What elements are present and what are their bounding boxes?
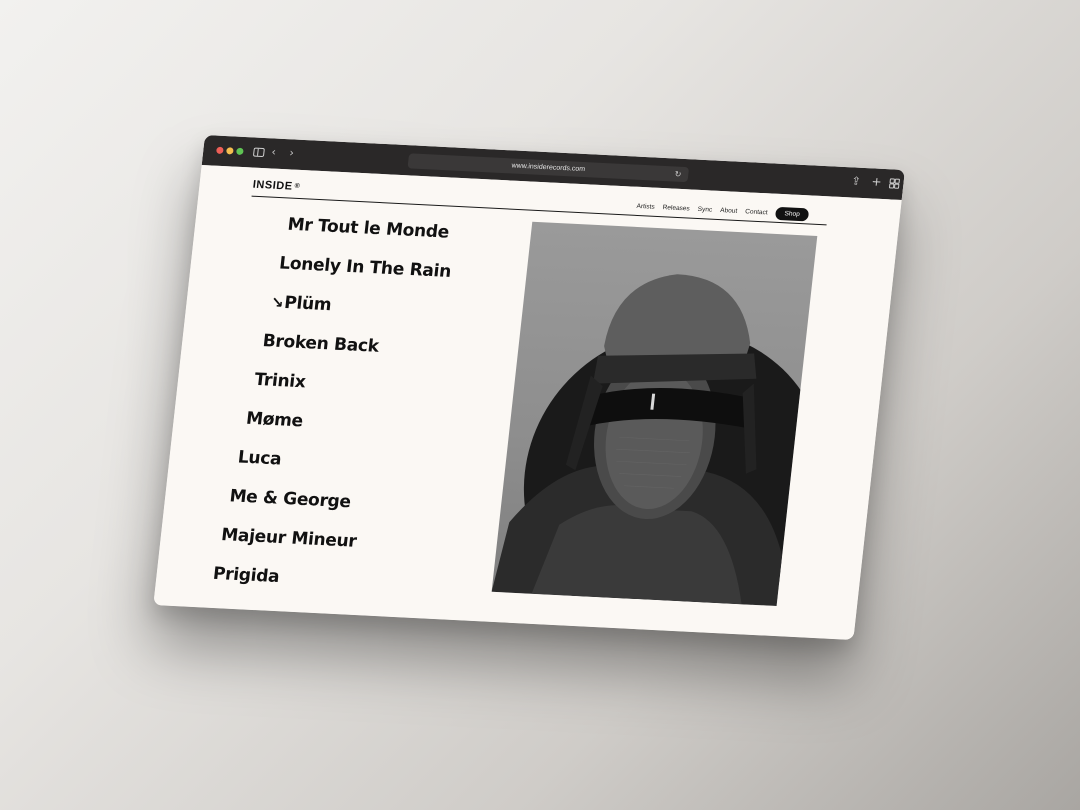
logo-text: INSIDE — [252, 178, 294, 193]
nav-item-sync[interactable]: Sync — [697, 206, 712, 214]
chevron-right-icon[interactable]: › — [289, 146, 295, 159]
site-logo[interactable]: INSIDE® — [252, 179, 301, 193]
artist-photo-illustration — [491, 274, 818, 606]
artist-name: Broken Back — [261, 331, 380, 357]
nav-item-releases[interactable]: Releases — [662, 204, 690, 212]
artist-list: Mr Tout le Monde Lonely In The Rain ↘Plü… — [183, 202, 506, 606]
share-icon[interactable]: ⇪ — [851, 174, 862, 187]
artist-name: Lonely In The Rain — [278, 253, 453, 282]
page-content: INSIDE® Artists Releases Sync About Cont… — [153, 165, 902, 640]
artist-name: Luca — [236, 447, 283, 470]
arrow-down-right-icon: ↘ — [270, 293, 285, 312]
minimize-window-button[interactable] — [226, 147, 234, 155]
artist-name: Mr Tout le Monde — [286, 214, 451, 243]
sidebar-toggle-icon[interactable] — [252, 147, 265, 158]
nav-item-contact[interactable]: Contact — [745, 208, 768, 216]
artist-name: Møme — [245, 408, 304, 432]
artist-photo — [491, 221, 818, 606]
logo-mark: ® — [294, 182, 301, 191]
artist-name: Plüm — [283, 292, 333, 316]
browser-window: ‹ › www.insiderecords.com ↻ ⇪ + INSIDE® … — [153, 135, 906, 640]
tabs-overview-icon[interactable] — [888, 178, 901, 189]
close-window-button[interactable] — [216, 146, 224, 154]
zoom-window-button[interactable] — [236, 147, 244, 155]
nav-item-artists[interactable]: Artists — [636, 203, 655, 211]
shop-button[interactable]: Shop — [774, 206, 810, 222]
artist-name: Me & George — [228, 486, 352, 513]
nav-item-about[interactable]: About — [720, 207, 738, 215]
plus-icon[interactable]: + — [871, 174, 883, 189]
artist-name: Prigida — [211, 563, 281, 588]
scene: ‹ › www.insiderecords.com ↻ ⇪ + INSIDE® … — [0, 0, 1080, 810]
chevron-left-icon[interactable]: ‹ — [271, 145, 277, 158]
artist-name: Trinix — [253, 369, 307, 393]
artist-name: Majeur Mineur — [220, 525, 358, 552]
